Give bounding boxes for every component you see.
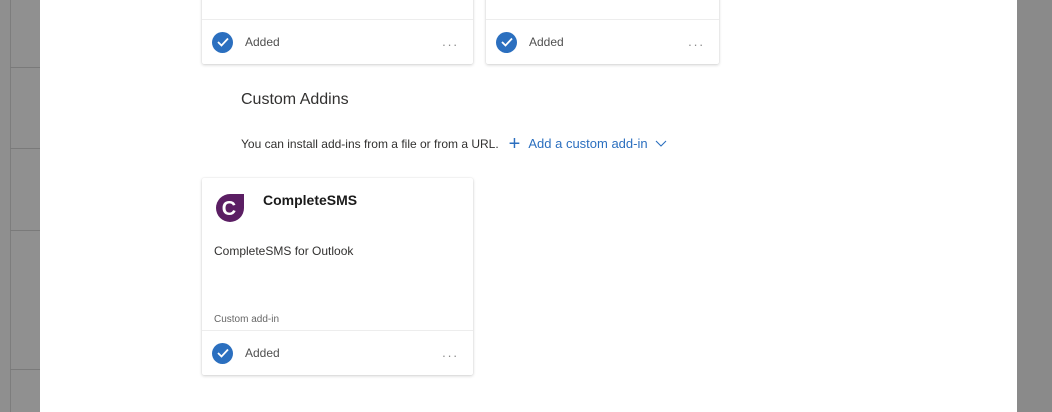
- svg-text:C: C: [222, 198, 236, 220]
- more-options-button[interactable]: ...: [688, 34, 705, 49]
- checkmark-icon: [212, 31, 233, 53]
- added-status: Added: [245, 35, 280, 49]
- addin-name: CompleteSMS: [263, 192, 358, 208]
- description-text: You can install add-ins from a file or f…: [241, 136, 499, 151]
- card-footer: Added ...: [202, 19, 473, 64]
- background-app-right: [1017, 0, 1052, 412]
- background-divider: [10, 67, 40, 68]
- checkmark-icon: [496, 31, 517, 53]
- plus-icon: +: [508, 132, 521, 155]
- background-divider: [10, 369, 40, 370]
- addin-type: Custom add-in: [214, 314, 280, 325]
- custom-addin-card[interactable]: C CompleteSMS CompleteSMS for Outlook Cu…: [202, 178, 473, 375]
- custom-addins-description-row: You can install add-ins from a file or f…: [241, 132, 667, 155]
- section-title: Custom Addins: [241, 91, 349, 108]
- background-panel: [10, 0, 41, 412]
- card-footer: Added ...: [486, 19, 719, 64]
- background-divider: [10, 148, 40, 149]
- more-options-button[interactable]: ...: [442, 345, 459, 360]
- checkmark-icon: [212, 342, 233, 364]
- addin-description: CompleteSMS for Outlook: [214, 244, 354, 258]
- add-custom-addin-button[interactable]: + Add a custom add-in: [508, 132, 667, 155]
- add-custom-addin-label: Add a custom add-in: [528, 136, 648, 151]
- more-options-button[interactable]: ...: [442, 34, 459, 49]
- addin-card[interactable]: Added ...: [486, 0, 719, 64]
- added-status: Added: [245, 346, 280, 360]
- completesms-logo-icon: C: [216, 194, 244, 222]
- background-divider: [10, 230, 40, 231]
- chevron-down-icon: [655, 140, 666, 147]
- background-app-left: [0, 0, 41, 412]
- card-footer: Added ...: [202, 330, 473, 375]
- added-status: Added: [529, 35, 564, 49]
- addins-dialog: Added ... Added ... Custom Addins You ca…: [40, 0, 1017, 412]
- addin-card[interactable]: Added ...: [202, 0, 473, 64]
